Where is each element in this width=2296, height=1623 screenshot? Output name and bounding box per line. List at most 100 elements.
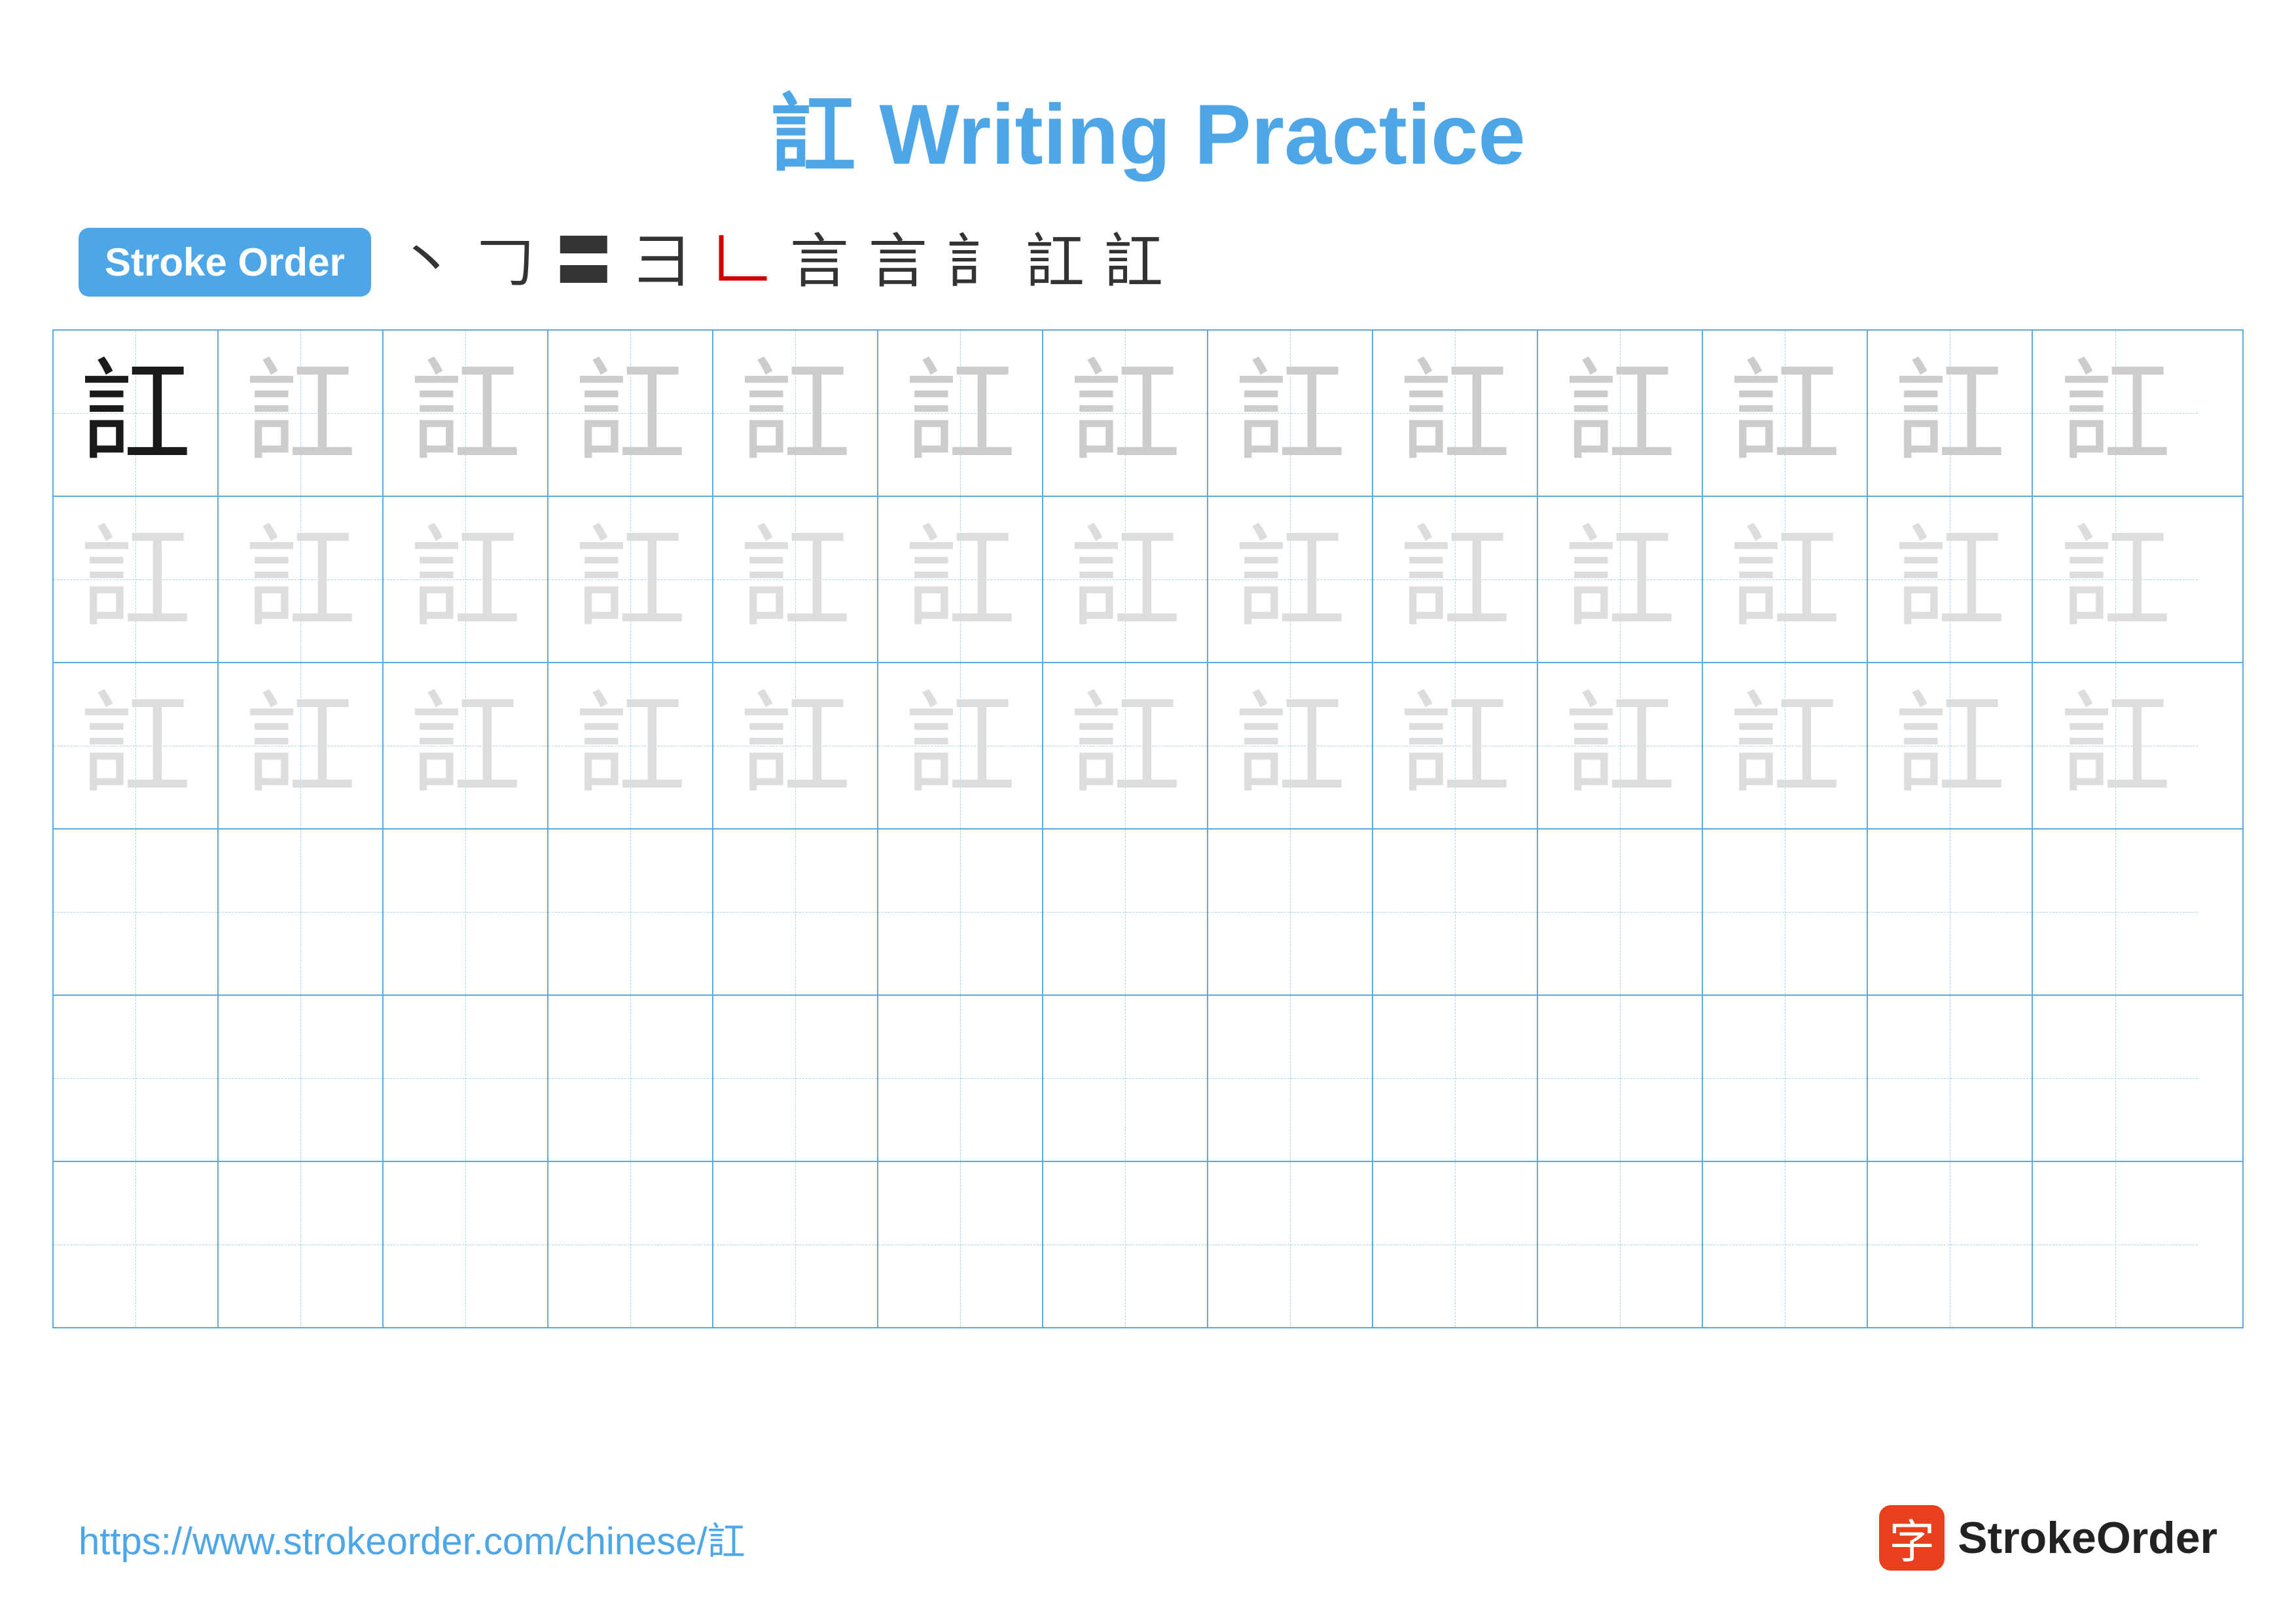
cell-6-1[interactable]: [54, 1162, 219, 1327]
cell-1-3[interactable]: 訌: [384, 331, 548, 496]
char-lighter: 訌: [1234, 524, 1346, 635]
char-light: 訌: [1729, 357, 1840, 469]
stroke-4: 彐: [633, 233, 692, 292]
cell-4-2[interactable]: [219, 830, 384, 994]
char-lighter: 訌: [1564, 690, 1676, 801]
cell-6-2[interactable]: [219, 1162, 384, 1327]
cell-1-2[interactable]: 訌: [219, 331, 384, 496]
cell-5-8[interactable]: [1208, 996, 1373, 1161]
cell-5-1[interactable]: [54, 996, 219, 1161]
cell-6-5[interactable]: [713, 1162, 878, 1327]
char-lighter: 訌: [1894, 524, 2005, 635]
cell-4-12[interactable]: [1868, 830, 2033, 994]
cell-1-10[interactable]: 訌: [1538, 331, 1703, 496]
char-lighter: 訌: [1399, 524, 1511, 635]
cell-6-11[interactable]: [1703, 1162, 1868, 1327]
cell-2-4[interactable]: 訌: [548, 497, 713, 662]
cell-3-12[interactable]: 訌: [1868, 663, 2033, 828]
cell-6-7[interactable]: [1043, 1162, 1208, 1327]
cell-5-10[interactable]: [1538, 996, 1703, 1161]
cell-3-10[interactable]: 訌: [1538, 663, 1703, 828]
cell-5-12[interactable]: [1868, 996, 2033, 1161]
cell-2-11[interactable]: 訌: [1703, 497, 1868, 662]
cell-1-11[interactable]: 訌: [1703, 331, 1868, 496]
cell-6-4[interactable]: [548, 1162, 713, 1327]
cell-4-4[interactable]: [548, 830, 713, 994]
cell-6-13[interactable]: [2033, 1162, 2198, 1327]
cell-6-9[interactable]: [1373, 1162, 1538, 1327]
cell-2-1[interactable]: 訌: [54, 497, 219, 662]
cell-5-6[interactable]: [878, 996, 1043, 1161]
cell-3-5[interactable]: 訌: [713, 663, 878, 828]
stroke-10: 訌: [1104, 233, 1163, 292]
stroke-1: 丶: [397, 233, 456, 292]
cell-1-6[interactable]: 訌: [878, 331, 1043, 496]
grid-row-6: [54, 1162, 2242, 1327]
cell-3-9[interactable]: 訌: [1373, 663, 1538, 828]
cell-4-3[interactable]: [384, 830, 548, 994]
cell-2-6[interactable]: 訌: [878, 497, 1043, 662]
cell-2-2[interactable]: 訌: [219, 497, 384, 662]
char-light: 訌: [575, 357, 686, 469]
cell-1-13[interactable]: 訌: [2033, 331, 2198, 496]
stroke-order-badge: Stroke Order: [79, 228, 371, 297]
cell-3-6[interactable]: 訌: [878, 663, 1043, 828]
cell-3-8[interactable]: 訌: [1208, 663, 1373, 828]
practice-grid: 訌 訌 訌 訌 訌 訌 訌 訌 訌 訌 訌 訌 訌 訌 訌 訌 訌 訌 訌 訌 …: [52, 329, 2244, 1328]
cell-6-8[interactable]: [1208, 1162, 1373, 1327]
cell-5-2[interactable]: [219, 996, 384, 1161]
cell-3-1[interactable]: 訌: [54, 663, 219, 828]
cell-6-10[interactable]: [1538, 1162, 1703, 1327]
stroke-order-row: Stroke Order 丶 𠃌 〓 彐 𠃊 言 言 訁 訌 訌: [0, 228, 2296, 297]
cell-1-4[interactable]: 訌: [548, 331, 713, 496]
cell-2-12[interactable]: 訌: [1868, 497, 2033, 662]
cell-2-10[interactable]: 訌: [1538, 497, 1703, 662]
cell-3-4[interactable]: 訌: [548, 663, 713, 828]
cell-2-3[interactable]: 訌: [384, 497, 548, 662]
cell-5-3[interactable]: [384, 996, 548, 1161]
cell-6-12[interactable]: [1868, 1162, 2033, 1327]
cell-2-7[interactable]: 訌: [1043, 497, 1208, 662]
stroke-6: 言: [790, 233, 849, 292]
cell-3-7[interactable]: 訌: [1043, 663, 1208, 828]
cell-1-12[interactable]: 訌: [1868, 331, 2033, 496]
cell-3-11[interactable]: 訌: [1703, 663, 1868, 828]
cell-5-13[interactable]: [2033, 996, 2198, 1161]
cell-6-6[interactable]: [878, 1162, 1043, 1327]
cell-3-3[interactable]: 訌: [384, 663, 548, 828]
cell-4-5[interactable]: [713, 830, 878, 994]
cell-4-13[interactable]: [2033, 830, 2198, 994]
cell-4-1[interactable]: [54, 830, 219, 994]
cell-2-9[interactable]: 訌: [1373, 497, 1538, 662]
cell-4-9[interactable]: [1373, 830, 1538, 994]
cell-3-13[interactable]: 訌: [2033, 663, 2198, 828]
cell-5-9[interactable]: [1373, 996, 1538, 1161]
char-lighter: 訌: [80, 524, 191, 635]
cell-4-11[interactable]: [1703, 830, 1868, 994]
cell-3-2[interactable]: 訌: [219, 663, 384, 828]
cell-1-9[interactable]: 訌: [1373, 331, 1538, 496]
cell-5-7[interactable]: [1043, 996, 1208, 1161]
cell-5-5[interactable]: [713, 996, 878, 1161]
footer-logo: 字 StrokeOrder: [1879, 1505, 2217, 1571]
cell-4-6[interactable]: [878, 830, 1043, 994]
char-lighter: 訌: [2060, 690, 2171, 801]
char-light: 訌: [245, 357, 356, 469]
cell-1-8[interactable]: 訌: [1208, 331, 1373, 496]
grid-row-2: 訌 訌 訌 訌 訌 訌 訌 訌 訌 訌 訌 訌 訌: [54, 497, 2242, 663]
cell-2-5[interactable]: 訌: [713, 497, 878, 662]
cell-4-10[interactable]: [1538, 830, 1703, 994]
cell-4-8[interactable]: [1208, 830, 1373, 994]
cell-1-5[interactable]: 訌: [713, 331, 878, 496]
cell-2-13[interactable]: 訌: [2033, 497, 2198, 662]
char-light: 訌: [1399, 357, 1511, 469]
cell-2-8[interactable]: 訌: [1208, 497, 1373, 662]
cell-6-3[interactable]: [384, 1162, 548, 1327]
cell-4-7[interactable]: [1043, 830, 1208, 994]
cell-1-7[interactable]: 訌: [1043, 331, 1208, 496]
cell-5-11[interactable]: [1703, 996, 1868, 1161]
cell-5-4[interactable]: [548, 996, 713, 1161]
grid-row-4: [54, 830, 2242, 996]
cell-1-1[interactable]: 訌: [54, 331, 219, 496]
logo-char: 字: [1889, 1505, 1935, 1571]
